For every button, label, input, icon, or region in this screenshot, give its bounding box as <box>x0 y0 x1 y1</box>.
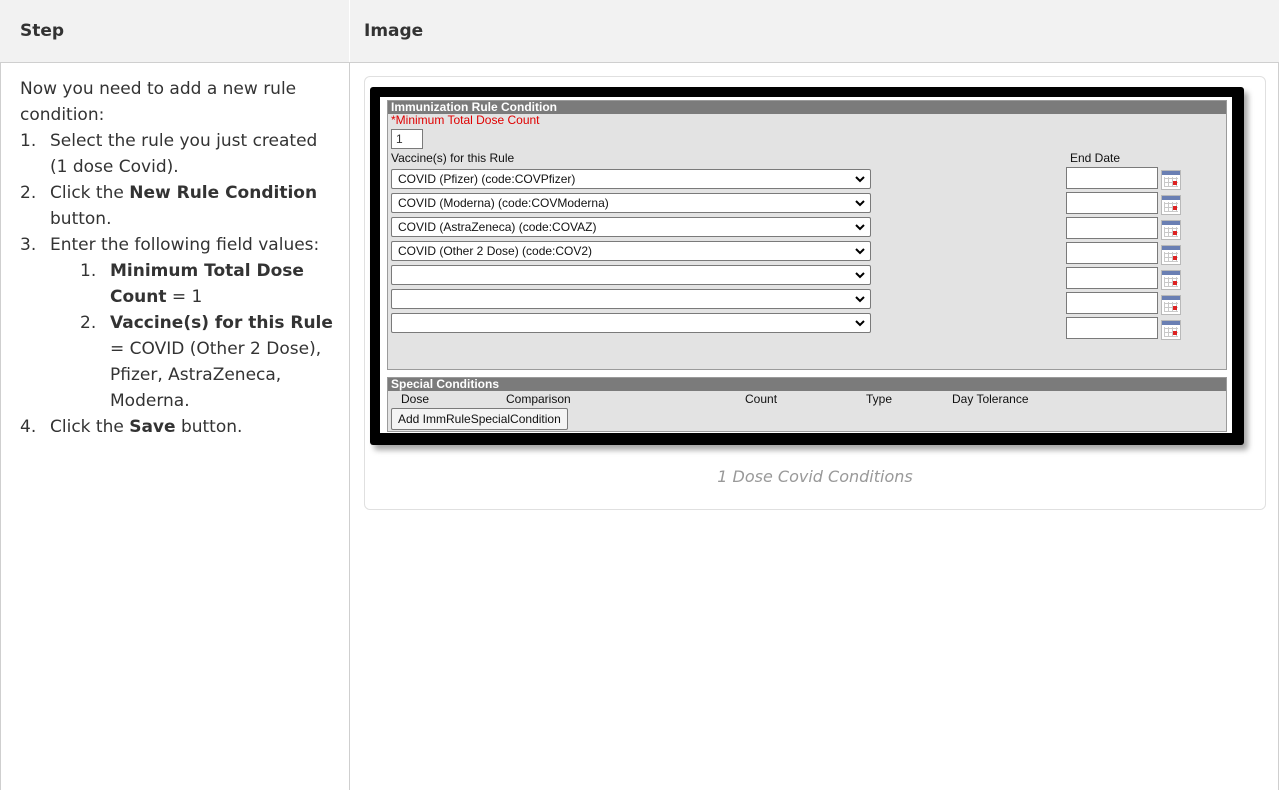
list-text: Enter the following field values: <box>50 235 320 255</box>
vaccine-select-value: COVID (Pfizer) (code:COVPfizer) <box>398 172 576 186</box>
vaccine-select-value: COVID (AstraZeneca) (code:COVAZ) <box>398 220 597 234</box>
list-number: 1. <box>20 131 37 151</box>
vaccine-select: COVID (Pfizer) (code:COVPfizer) <box>391 169 871 189</box>
end-date-field <box>1066 242 1158 264</box>
header-image: Image <box>364 21 424 41</box>
list-item: 3. Enter the following field values: <box>20 232 340 258</box>
screenshot-content: Immunization Rule Condition *Minimum Tot… <box>380 97 1232 433</box>
list-number: 1. <box>80 261 97 281</box>
calendar-icon <box>1161 295 1181 315</box>
end-date-field <box>1066 167 1158 189</box>
list-bold: Minimum Total Dose Count <box>110 261 304 307</box>
chevron-down-icon <box>855 200 865 207</box>
min-dose-input: 1 <box>391 129 423 149</box>
calendar-icon <box>1161 320 1181 340</box>
header-step: Step <box>20 21 65 41</box>
min-dose-label: *Minimum Total Dose Count <box>391 113 540 127</box>
column-header: Count <box>745 392 778 406</box>
special-conditions-panel: Special Conditions Dose Comparison Count… <box>387 377 1227 432</box>
add-special-condition-button: Add ImmRuleSpecialCondition <box>391 408 568 430</box>
chevron-down-icon <box>855 248 865 255</box>
table-border <box>0 0 1 790</box>
figure-caption: 1 Dose Covid Conditions <box>717 467 913 486</box>
vaccine-select: COVID (Moderna) (code:COVModerna) <box>391 193 871 213</box>
column-header: Comparison <box>506 392 571 406</box>
list-text: = COVID (Other 2 Dose), Pfizer, AstraZen… <box>110 339 322 411</box>
vaccine-select <box>391 289 871 309</box>
list-item: 2. Click the New Rule Condition button. <box>20 180 340 232</box>
chevron-down-icon <box>855 176 865 183</box>
list-number: 2. <box>80 313 97 333</box>
list-text: button. <box>50 209 112 229</box>
list-number: 3. <box>20 235 37 255</box>
list-text: button. <box>175 417 243 437</box>
column-divider <box>349 0 350 790</box>
list-text: Click the <box>50 417 130 437</box>
calendar-icon <box>1161 195 1181 215</box>
list-bold: Save <box>129 417 176 437</box>
list-number: 4. <box>20 417 37 437</box>
calendar-icon <box>1161 220 1181 240</box>
column-divider-gap <box>349 0 350 62</box>
end-date-field <box>1066 317 1158 339</box>
end-date-field <box>1066 217 1158 239</box>
list-bold: New Rule Condition <box>129 183 318 203</box>
vaccine-select <box>391 265 871 285</box>
doc-table: Step Image Now you need to add a new rul… <box>0 0 1279 790</box>
figure: Immunization Rule Condition *Minimum Tot… <box>364 76 1266 510</box>
sub-list-item: 2. Vaccine(s) for this Rule = COVID (Oth… <box>20 310 340 414</box>
list-text: = 1 <box>166 287 203 307</box>
list-number: 2. <box>20 183 37 203</box>
step-list: 1. Select the rule you just created (1 d… <box>20 128 340 440</box>
vaccines-label: Vaccine(s) for this Rule <box>391 151 515 165</box>
calendar-icon <box>1161 245 1181 265</box>
chevron-down-icon <box>855 320 865 327</box>
calendar-icon <box>1161 170 1181 190</box>
screenshot-image[interactable]: Immunization Rule Condition *Minimum Tot… <box>370 87 1244 445</box>
column-header: Day Tolerance <box>952 392 1029 406</box>
chevron-down-icon <box>855 272 865 279</box>
panel-title: Special Conditions <box>388 378 1226 391</box>
end-date-label: End Date <box>1070 151 1121 165</box>
chevron-down-icon <box>855 296 865 303</box>
vaccine-select: COVID (Other 2 Dose) (code:COV2) <box>391 241 871 261</box>
step-intro: Now you need to add a new rule condition… <box>20 79 297 125</box>
list-item: 4. Click the Save button. <box>20 414 340 440</box>
chevron-down-icon <box>855 224 865 231</box>
column-header: Type <box>866 392 893 406</box>
end-date-field <box>1066 192 1158 214</box>
end-date-field <box>1066 267 1158 289</box>
list-bold: Vaccine(s) for this Rule <box>110 313 333 333</box>
column-header: Dose <box>401 392 430 406</box>
sub-list-item: 1. Minimum Total Dose Count = 1 <box>20 258 340 310</box>
table-header: Step Image <box>0 0 1279 63</box>
end-date-field <box>1066 292 1158 314</box>
list-text: Select the rule you just created (1 dose… <box>50 131 318 177</box>
calendar-icon <box>1161 270 1181 290</box>
step-cell: Now you need to add a new rule condition… <box>20 76 340 440</box>
vaccine-select: COVID (AstraZeneca) (code:COVAZ) <box>391 217 871 237</box>
vaccine-select <box>391 313 871 333</box>
list-text: Click the <box>50 183 130 203</box>
list-item: 1. Select the rule you just created (1 d… <box>20 128 340 180</box>
vaccine-select-value: COVID (Other 2 Dose) (code:COV2) <box>398 244 593 258</box>
vaccine-select-value: COVID (Moderna) (code:COVModerna) <box>398 196 609 210</box>
rule-condition-panel: Immunization Rule Condition *Minimum Tot… <box>387 100 1227 370</box>
